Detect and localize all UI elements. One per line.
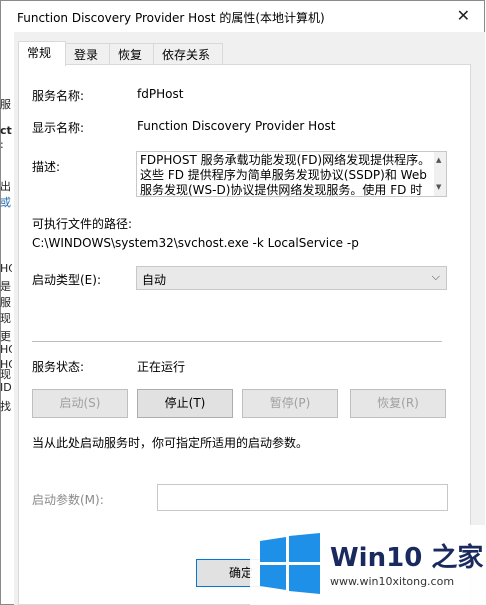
bg-fragment: 是 xyxy=(0,280,11,293)
bg-fragment: 现 xyxy=(0,312,11,325)
close-icon[interactable]: ✕ xyxy=(457,7,470,25)
description-line: 服务发现(WS-D)协议提供网络发现服务。使用 FD 时 xyxy=(140,183,423,197)
bg-fragment: ID xyxy=(0,381,12,394)
bg-fragment: 服 xyxy=(0,296,11,309)
display-name-label: 显示名称: xyxy=(32,121,85,135)
path-value[interactable]: C:\WINDOWS\system32\svchost.exe -k Local… xyxy=(32,236,359,250)
resume-button[interactable]: 恢复(R) xyxy=(350,389,446,418)
bg-fragment: : xyxy=(0,138,4,151)
tab-label: 依存关系 xyxy=(162,48,211,62)
start-params-hint: 当从此处启动服务时，你可指定所适用的启动参数。 xyxy=(32,436,309,450)
tab-dependencies[interactable]: 依存关系 xyxy=(153,43,223,65)
pause-button[interactable]: 暂停(P) xyxy=(242,389,338,418)
watermark-url: www.win10xitong.com xyxy=(330,575,455,588)
description-textbox[interactable]: FDPHOST 服务承载功能发现(FD)网络发现提供程序。 这些 FD 提供程序… xyxy=(136,151,447,197)
chevron-down-icon: ⌵ xyxy=(431,270,440,283)
startup-type-label: 启动类型(E): xyxy=(32,273,101,287)
tab-recovery[interactable]: 恢复 xyxy=(109,43,154,65)
service-name-label: 服务名称: xyxy=(32,89,85,103)
bg-fragment: 更 xyxy=(0,330,11,343)
display-name-value[interactable]: Function Discovery Provider Host xyxy=(137,119,336,133)
bg-fragment: 现 xyxy=(0,368,11,381)
bg-fragment: HC xyxy=(0,262,12,275)
scroll-down-icon[interactable]: ▼ xyxy=(436,180,441,195)
bg-fragment: 找 xyxy=(0,400,11,413)
startup-type-select[interactable]: 自动 ⌵ xyxy=(136,266,447,290)
tab-label: 登录 xyxy=(74,48,99,62)
start-button[interactable]: 启动(S) xyxy=(32,389,128,418)
service-status-label: 服务状态: xyxy=(32,360,85,374)
bg-fragment: 或 xyxy=(0,196,11,209)
bg-fragment: 服 xyxy=(0,98,11,111)
window-title: Function Discovery Provider Host 的属性(本地计… xyxy=(17,11,325,25)
start-params-label: 启动参数(M): xyxy=(32,493,104,507)
description-line: 这些 FD 提供程序为简单服务发现协议(SSDP)和 Web xyxy=(140,168,427,182)
windows-logo-icon xyxy=(260,533,320,594)
tab-label: 常规 xyxy=(27,46,52,60)
scroll-up-icon[interactable]: ▲ xyxy=(436,153,441,168)
service-status-value: 正在运行 xyxy=(137,360,186,374)
bg-fragment: HC xyxy=(0,343,12,356)
start-params-input[interactable] xyxy=(157,484,448,511)
tab-general[interactable]: 常规 xyxy=(18,41,66,66)
bg-fragment: ct xyxy=(0,124,12,137)
stop-button[interactable]: 停止(T) xyxy=(137,389,233,418)
description-line: FDPHOST 服务承载功能发现(FD)网络发现提供程序。 xyxy=(140,153,431,167)
watermark-title: Win10 之家 xyxy=(330,543,484,573)
divider xyxy=(32,341,442,342)
title-bar: Function Discovery Provider Host 的属性(本地计… xyxy=(1,1,484,33)
path-label: 可执行文件的路径: xyxy=(32,217,133,231)
bg-fragment: 出 xyxy=(0,180,11,193)
startup-type-value: 自动 xyxy=(142,273,167,287)
tab-logon[interactable]: 登录 xyxy=(65,43,110,65)
description-label: 描述: xyxy=(32,160,61,174)
tab-label: 恢复 xyxy=(118,48,143,62)
service-name-value[interactable]: fdPHost xyxy=(137,87,183,101)
general-panel xyxy=(18,64,471,605)
description-scrollbar[interactable]: ▲ ▼ xyxy=(434,152,446,196)
